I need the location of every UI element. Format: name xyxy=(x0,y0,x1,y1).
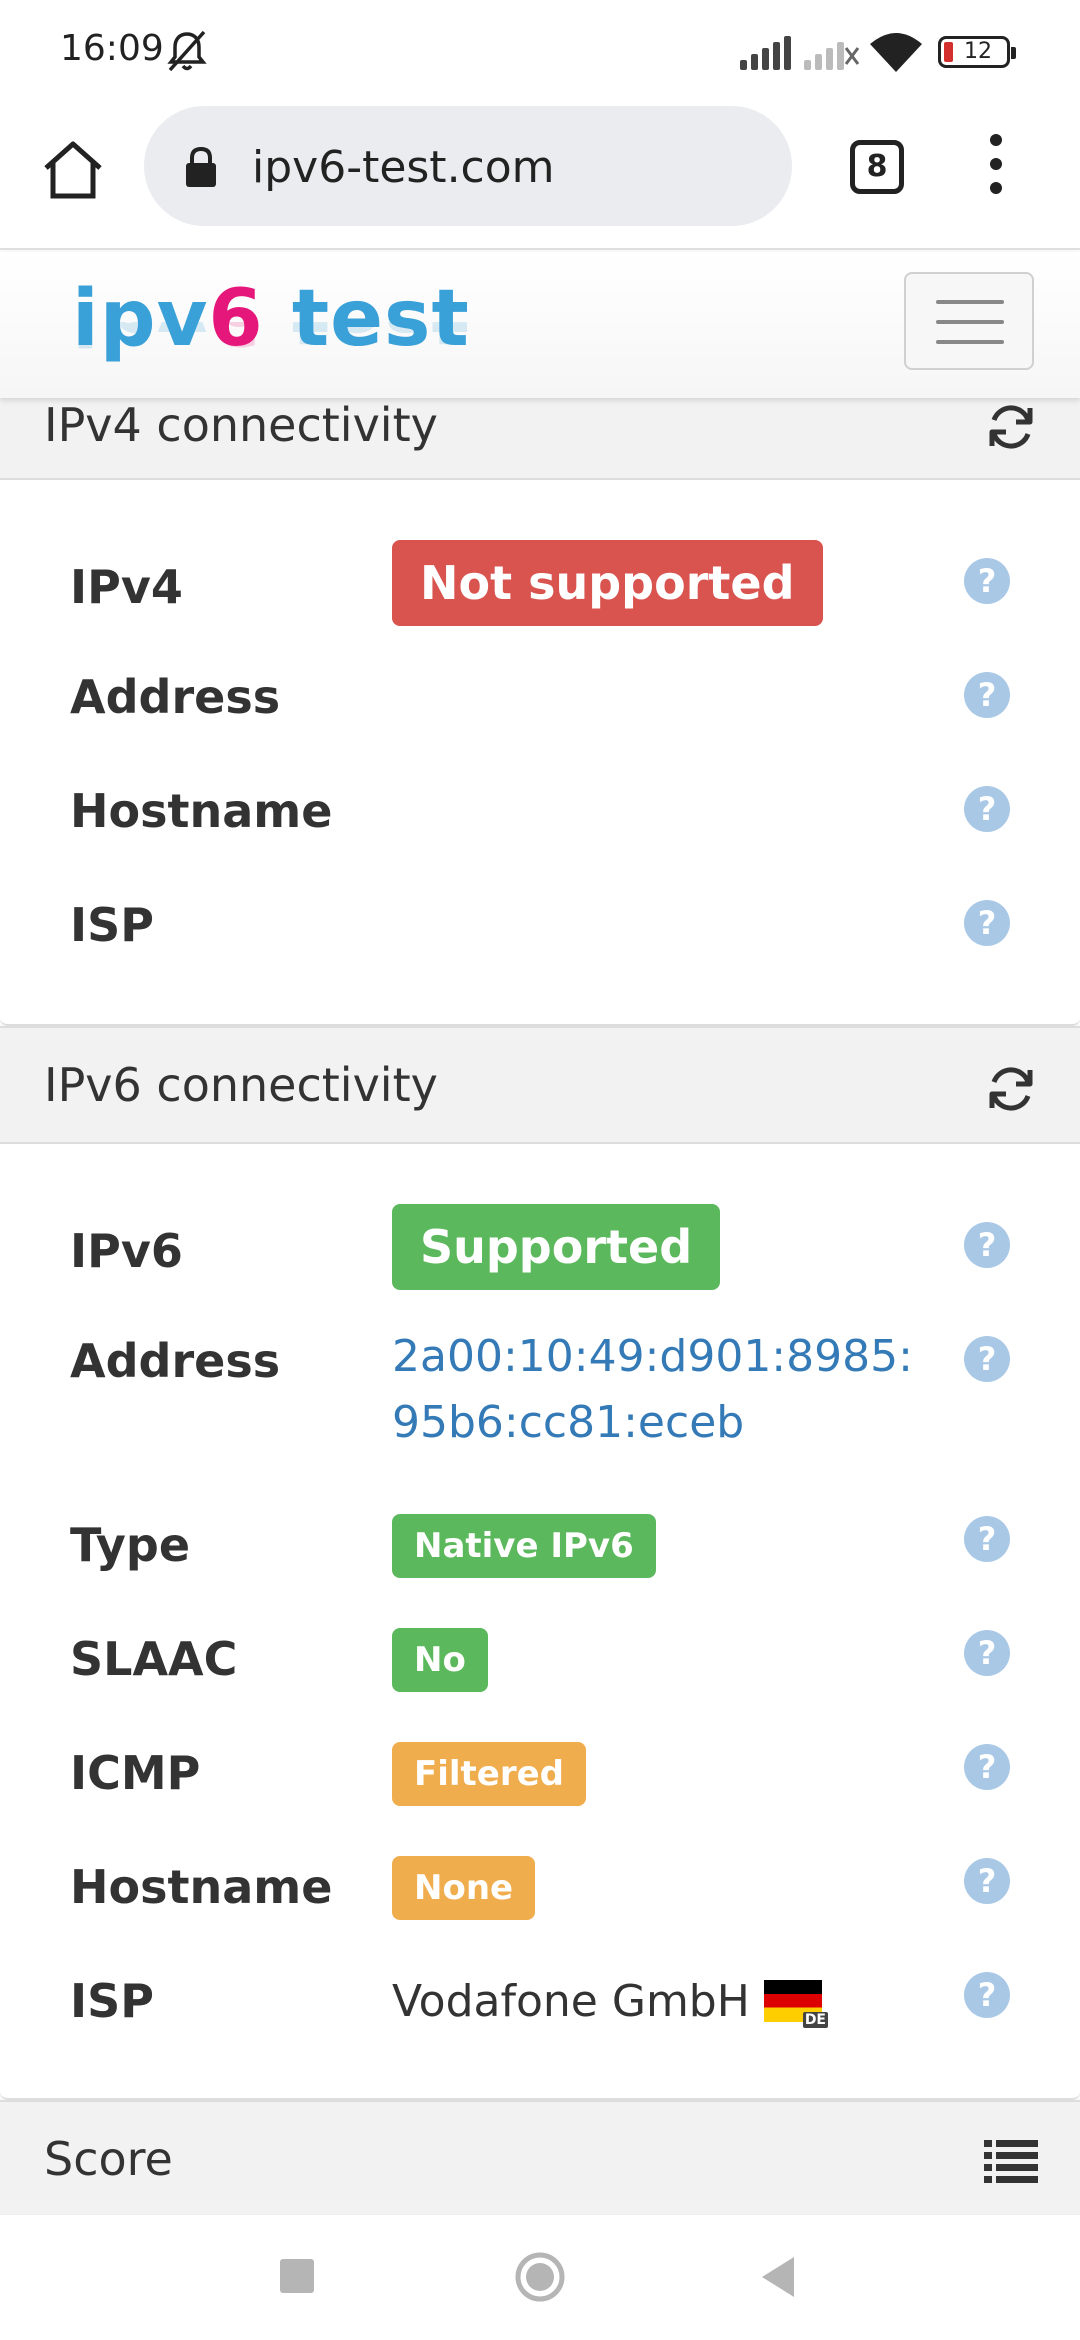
ipv6-address-line1[interactable]: 2a00:10:49:d901:8985: xyxy=(392,1324,913,1390)
battery-icon: 12 xyxy=(938,36,1016,68)
logo-reflection-test: test xyxy=(264,322,470,360)
system-nav-bar xyxy=(0,2214,1080,2340)
home-nav-button[interactable] xyxy=(514,2251,566,2303)
status-time: 16:09 xyxy=(60,28,164,69)
help-icon[interactable]: ? xyxy=(964,672,1010,718)
status-badge-not-supported: Not supported xyxy=(392,540,823,626)
row-label: ICMP xyxy=(70,1746,201,1800)
help-icon[interactable]: ? xyxy=(964,1516,1010,1562)
url-bar[interactable]: ipv6-test.com xyxy=(144,106,792,226)
ipv6-panel-header: IPv6 connectivity xyxy=(0,1026,1080,1144)
cell-signal-icon xyxy=(740,36,791,70)
row-label: ISP xyxy=(70,898,154,952)
help-icon[interactable]: ? xyxy=(964,1336,1010,1382)
ipv6-panel-body: IPv6 Supported ? Address 2a00:10:49:d901… xyxy=(0,1144,1080,2100)
help-icon[interactable]: ? xyxy=(964,1630,1010,1676)
help-icon[interactable]: ? xyxy=(964,1744,1010,1790)
site-navbar: ipv6 test ipv6 test xyxy=(0,252,1080,398)
icmp-badge: Filtered xyxy=(392,1742,587,1806)
recent-apps-button[interactable] xyxy=(280,2259,314,2293)
row-label: ISP xyxy=(70,1974,154,2028)
help-icon[interactable]: ? xyxy=(964,900,1010,946)
refresh-icon[interactable] xyxy=(984,1062,1038,1116)
lock-icon xyxy=(186,146,216,187)
list-icon[interactable] xyxy=(984,2138,1038,2184)
germany-flag-icon: DE xyxy=(764,1980,828,2028)
url-text: ipv6-test.com xyxy=(252,142,555,193)
cell-signal-no-service-icon xyxy=(804,42,860,70)
back-nav-button[interactable] xyxy=(760,2255,796,2299)
menu-dot xyxy=(990,182,1002,194)
logo-reflection-ipv: ipv xyxy=(72,322,208,360)
menu-dot xyxy=(990,134,1002,146)
slaac-badge: No xyxy=(392,1628,488,1692)
ipv4-panel-title: IPv4 connectivity xyxy=(44,398,438,452)
type-badge: Native IPv6 xyxy=(392,1514,656,1578)
row-label: Address xyxy=(70,1334,281,1388)
isp-name: Vodafone GmbH xyxy=(392,1976,750,2027)
battery-percent: 12 xyxy=(964,39,992,64)
hamburger-line xyxy=(936,320,1004,324)
screen: 16:09 12 ipv6-test.com 8 ipv6 test IPv4 … xyxy=(0,0,1080,2340)
browser-toolbar: ipv6-test.com 8 xyxy=(0,100,1080,250)
help-icon[interactable]: ? xyxy=(964,1972,1010,2018)
refresh-icon[interactable] xyxy=(984,400,1038,454)
help-icon[interactable]: ? xyxy=(964,558,1010,604)
row-label: IPv6 xyxy=(70,1224,183,1278)
logo-reflection-6: 6 xyxy=(208,322,263,360)
row-label: Address xyxy=(70,670,281,724)
help-icon[interactable]: ? xyxy=(964,1222,1010,1268)
status-bar: 16:09 12 xyxy=(0,0,1080,100)
help-icon[interactable]: ? xyxy=(964,786,1010,832)
row-label: IPv4 xyxy=(70,560,183,614)
wifi-icon xyxy=(870,33,922,72)
ipv6-panel-title: IPv6 connectivity xyxy=(44,1058,438,1112)
score-panel-title: Score xyxy=(44,2132,173,2186)
hamburger-line xyxy=(936,300,1004,304)
row-label: Hostname xyxy=(70,1860,333,1914)
tab-switcher-button[interactable]: 8 xyxy=(850,140,904,194)
country-code: DE xyxy=(802,2012,828,2028)
row-label: Hostname xyxy=(70,784,333,838)
hamburger-line xyxy=(936,340,1004,344)
help-icon[interactable]: ? xyxy=(964,1858,1010,1904)
home-icon[interactable] xyxy=(40,136,106,202)
ipv6-address-line2[interactable]: 95b6:cc81:eceb xyxy=(392,1390,744,1456)
ipv4-panel-body: IPv4 Not supported ? Address ? Hostname … xyxy=(0,480,1080,1026)
site-menu-toggle-button[interactable] xyxy=(904,272,1034,370)
row-label: Type xyxy=(70,1518,191,1572)
hostname-badge: None xyxy=(392,1856,536,1920)
menu-dot xyxy=(990,158,1002,170)
row-label: SLAAC xyxy=(70,1632,238,1686)
notifications-muted-icon xyxy=(167,30,207,72)
score-panel-header: Score xyxy=(0,2100,1080,2214)
status-badge-supported: Supported xyxy=(392,1204,721,1290)
browser-menu-button[interactable] xyxy=(976,134,1016,200)
logo-reflection: ipv6 test xyxy=(72,322,470,360)
